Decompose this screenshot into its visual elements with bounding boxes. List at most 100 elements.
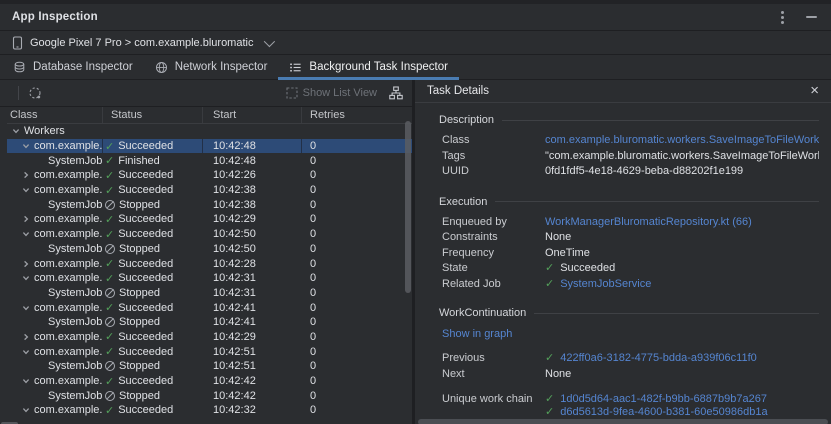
worker-class: com.example.bl xyxy=(34,140,102,152)
close-icon[interactable]: × xyxy=(810,84,819,98)
table-row[interactable]: SystemJobSStopped10:42:310 xyxy=(7,286,412,301)
show-in-graph-link[interactable]: Show in graph xyxy=(442,328,512,340)
status-succeeded-icon: ✓ xyxy=(105,169,114,182)
table-row[interactable]: com.example.bl✓Succeeded10:42:510 xyxy=(7,344,412,359)
table-row[interactable]: com.example.bl✓Succeeded10:42:500 xyxy=(7,227,412,242)
process-selector-bar[interactable]: Google Pixel 7 Pro > com.example.bluroma… xyxy=(0,31,831,55)
table-row[interactable]: com.example.bl✓Succeeded10:42:480 xyxy=(7,139,412,154)
chevron-right-icon[interactable] xyxy=(22,215,30,223)
table-row[interactable]: SystemJobSStopped10:42:410 xyxy=(7,315,412,330)
table-row[interactable]: SystemJobS✓Finished10:42:480 xyxy=(7,153,412,168)
worker-class: com.example.bl xyxy=(34,258,103,270)
chevron-down-icon[interactable] xyxy=(22,377,30,385)
task-details-header: Task Details × xyxy=(415,80,831,103)
worker-class: SystemJobS xyxy=(48,360,103,372)
chevron-down-icon[interactable] xyxy=(22,406,30,414)
table-row[interactable]: Workers xyxy=(7,124,412,139)
tab-network-inspector[interactable]: Network Inspector xyxy=(144,55,279,79)
options-menu-button[interactable] xyxy=(779,16,786,19)
chevron-down-icon[interactable] xyxy=(22,230,30,238)
table-row[interactable]: com.example.bl✓Succeeded10:42:380 xyxy=(7,183,412,198)
tool-window-title: App Inspection xyxy=(12,11,98,23)
chevron-right-icon[interactable] xyxy=(22,260,30,268)
chevron-down-icon[interactable] xyxy=(22,348,30,356)
status-succeeded-icon: ✓ xyxy=(105,228,114,241)
column-header-start[interactable]: Start xyxy=(203,107,302,123)
table-row[interactable]: SystemJobSStopped10:42:510 xyxy=(7,359,412,374)
retries-value: 0 xyxy=(302,388,412,403)
retries-value: 0 xyxy=(302,227,412,242)
column-header-status[interactable]: Status xyxy=(103,107,203,123)
worker-class: com.example.bl xyxy=(34,404,103,416)
detail-row-uuid: UUID 0fd1fdf5-4e18-4629-beba-d88202f1e19… xyxy=(439,164,819,180)
track-scope-button[interactable] xyxy=(28,86,42,100)
table-row[interactable]: com.example.bl✓Succeeded10:42:410 xyxy=(7,300,412,315)
status-label: Succeeded xyxy=(118,272,173,284)
status-succeeded-icon: ✓ xyxy=(105,140,114,153)
inspector-tabs: Database Inspector Network Inspector Bac… xyxy=(0,55,831,80)
start-time: 10:42:28 xyxy=(203,256,302,271)
details-horizontal-scrollbar[interactable] xyxy=(418,419,828,424)
table-row[interactable]: com.example.bl✓Succeeded10:42:310 xyxy=(7,271,412,286)
status-label: Succeeded xyxy=(118,140,173,152)
status-label: Stopped xyxy=(119,390,160,402)
table-row[interactable]: com.example.bl✓Succeeded10:42:320 xyxy=(7,403,412,418)
worker-class: com.example.bl xyxy=(34,184,103,196)
status-label: Stopped xyxy=(119,287,160,299)
work-chain-link[interactable]: 1d0d5d64-aac1-482f-b9bb-6887b9b7a267 xyxy=(560,393,767,406)
tab-database-inspector[interactable]: Database Inspector xyxy=(2,55,144,79)
retries-value: 0 xyxy=(302,286,412,301)
chevron-down-icon[interactable] xyxy=(22,186,30,194)
status-label: Succeeded xyxy=(118,169,173,181)
table-row[interactable]: com.example.bl✓Succeeded10:42:290 xyxy=(7,330,412,345)
retries-value: 0 xyxy=(302,256,412,271)
detail-row-state: State ✓Succeeded xyxy=(439,261,819,277)
table-row[interactable]: SystemJobSStopped10:42:420 xyxy=(7,388,412,403)
chevron-right-icon[interactable] xyxy=(22,171,30,179)
retries-value: 0 xyxy=(302,271,412,286)
table-row[interactable]: com.example.bl✓Succeeded10:42:290 xyxy=(7,212,412,227)
show-graph-view-button[interactable] xyxy=(389,86,403,100)
show-list-view-label: Show List View xyxy=(303,87,377,99)
process-selector-label: Google Pixel 7 Pro > com.example.bluroma… xyxy=(30,37,253,49)
related-job-link[interactable]: SystemJobService xyxy=(560,277,651,293)
chevron-down-icon[interactable] xyxy=(22,142,30,150)
column-header-retries[interactable]: Retries xyxy=(302,107,412,123)
class-link[interactable]: com.example.bluromatic.workers.SaveImage… xyxy=(545,133,819,149)
retries-value: 0 xyxy=(302,374,412,389)
table-header: Class Status Start Retries xyxy=(7,107,412,124)
tab-label: Network Inspector xyxy=(175,61,268,73)
show-list-view-button[interactable]: Show List View xyxy=(286,87,377,99)
chevron-down-icon[interactable] xyxy=(22,304,30,312)
minimize-icon xyxy=(806,16,817,18)
status-label: Stopped xyxy=(119,243,160,255)
list-icon xyxy=(289,61,302,74)
worker-class: SystemJobS xyxy=(48,287,103,299)
retries-value: 0 xyxy=(302,330,412,345)
chevron-down-icon[interactable] xyxy=(22,274,30,282)
table-row[interactable]: com.example.bl✓Succeeded10:42:420 xyxy=(7,374,412,389)
retries-value: 0 xyxy=(302,139,412,154)
table-row[interactable]: com.example.bl✓Succeeded10:42:260 xyxy=(7,168,412,183)
minimize-button[interactable] xyxy=(804,16,819,18)
table-row[interactable]: com.example.bl✓Succeeded10:42:280 xyxy=(7,256,412,271)
status-label: Stopped xyxy=(119,360,160,372)
table-row[interactable]: SystemJobSStopped10:42:500 xyxy=(7,242,412,257)
status-stopped-icon xyxy=(105,244,115,254)
previous-work-link[interactable]: 422ff0a6-3182-4775-bdda-a939f06c11f0 xyxy=(560,351,757,367)
tab-background-task-inspector[interactable]: Background Task Inspector xyxy=(278,55,459,79)
column-header-class[interactable]: Class xyxy=(7,107,103,123)
enqueued-by-link[interactable]: WorkManagerBluromaticRepository.kt (66) xyxy=(545,215,752,231)
status-succeeded-icon: ✓ xyxy=(105,272,114,285)
work-chain-link[interactable]: d6d5613d-9fea-4600-b381-60e50986db1a xyxy=(560,406,767,419)
table-vertical-scrollbar[interactable] xyxy=(405,121,411,293)
status-label: Succeeded xyxy=(118,346,173,358)
chevron-down-icon[interactable] xyxy=(12,127,20,135)
chevron-right-icon[interactable] xyxy=(22,333,30,341)
status-label: Finished xyxy=(118,155,160,167)
retries-value: 0 xyxy=(302,315,412,330)
start-time: 10:42:51 xyxy=(203,344,302,359)
table-row[interactable]: SystemJobSStopped10:42:380 xyxy=(7,197,412,212)
status-succeeded-icon: ✓ xyxy=(105,375,114,388)
globe-icon xyxy=(155,61,168,74)
